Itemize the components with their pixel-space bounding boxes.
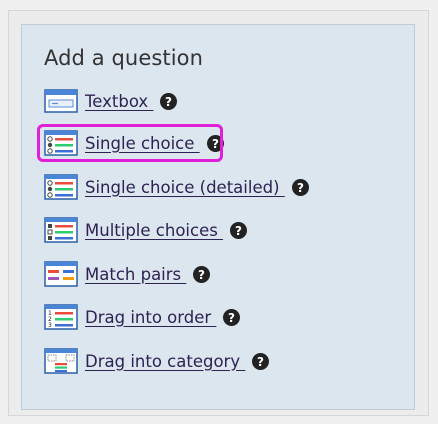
question-type-drag-into-order[interactable]: 1 2 3 Drag into order ?: [44, 303, 241, 331]
drag-into-category-icon: [44, 348, 78, 374]
item-label[interactable]: Match pairs: [85, 265, 186, 284]
item-label[interactable]: Multiple choices: [85, 221, 223, 240]
item-label[interactable]: Single choice (detailed): [85, 178, 285, 197]
help-icon[interactable]: ?: [291, 178, 309, 196]
single-choice-detailed-icon: [44, 174, 78, 200]
help-icon[interactable]: ?: [252, 352, 270, 370]
svg-text:?: ?: [165, 95, 172, 109]
question-type-textbox[interactable]: Textbox ?: [44, 87, 178, 115]
help-icon[interactable]: ?: [230, 221, 248, 239]
item-label[interactable]: Drag into order: [85, 308, 216, 327]
panel-heading: Add a question: [44, 46, 204, 70]
textbox-icon: [44, 89, 78, 113]
svg-text:?: ?: [297, 181, 304, 195]
svg-text:?: ?: [235, 224, 242, 238]
match-pairs-icon: [44, 261, 78, 287]
help-icon[interactable]: ?: [223, 308, 241, 326]
svg-text:3: 3: [48, 322, 52, 329]
question-type-match-pairs[interactable]: Match pairs ?: [44, 260, 211, 288]
item-label[interactable]: Textbox: [85, 92, 153, 111]
help-icon[interactable]: ?: [160, 92, 178, 110]
question-type-multiple-choices[interactable]: Multiple choices ?: [44, 216, 248, 244]
question-type-drag-into-category[interactable]: Drag into category ?: [44, 347, 270, 375]
svg-text:?: ?: [228, 311, 235, 325]
svg-text:?: ?: [257, 355, 264, 369]
add-question-panel: Add a question Textbox ? Single choice ?…: [21, 24, 415, 410]
multiple-choices-icon: [44, 217, 78, 243]
drag-into-order-icon: 1 2 3: [44, 304, 78, 330]
question-type-single-choice-detailed[interactable]: Single choice (detailed) ?: [44, 173, 309, 201]
svg-text:?: ?: [198, 268, 205, 282]
item-label[interactable]: Drag into category: [85, 352, 245, 371]
selection-highlight: [37, 124, 223, 162]
help-icon[interactable]: ?: [193, 265, 211, 283]
